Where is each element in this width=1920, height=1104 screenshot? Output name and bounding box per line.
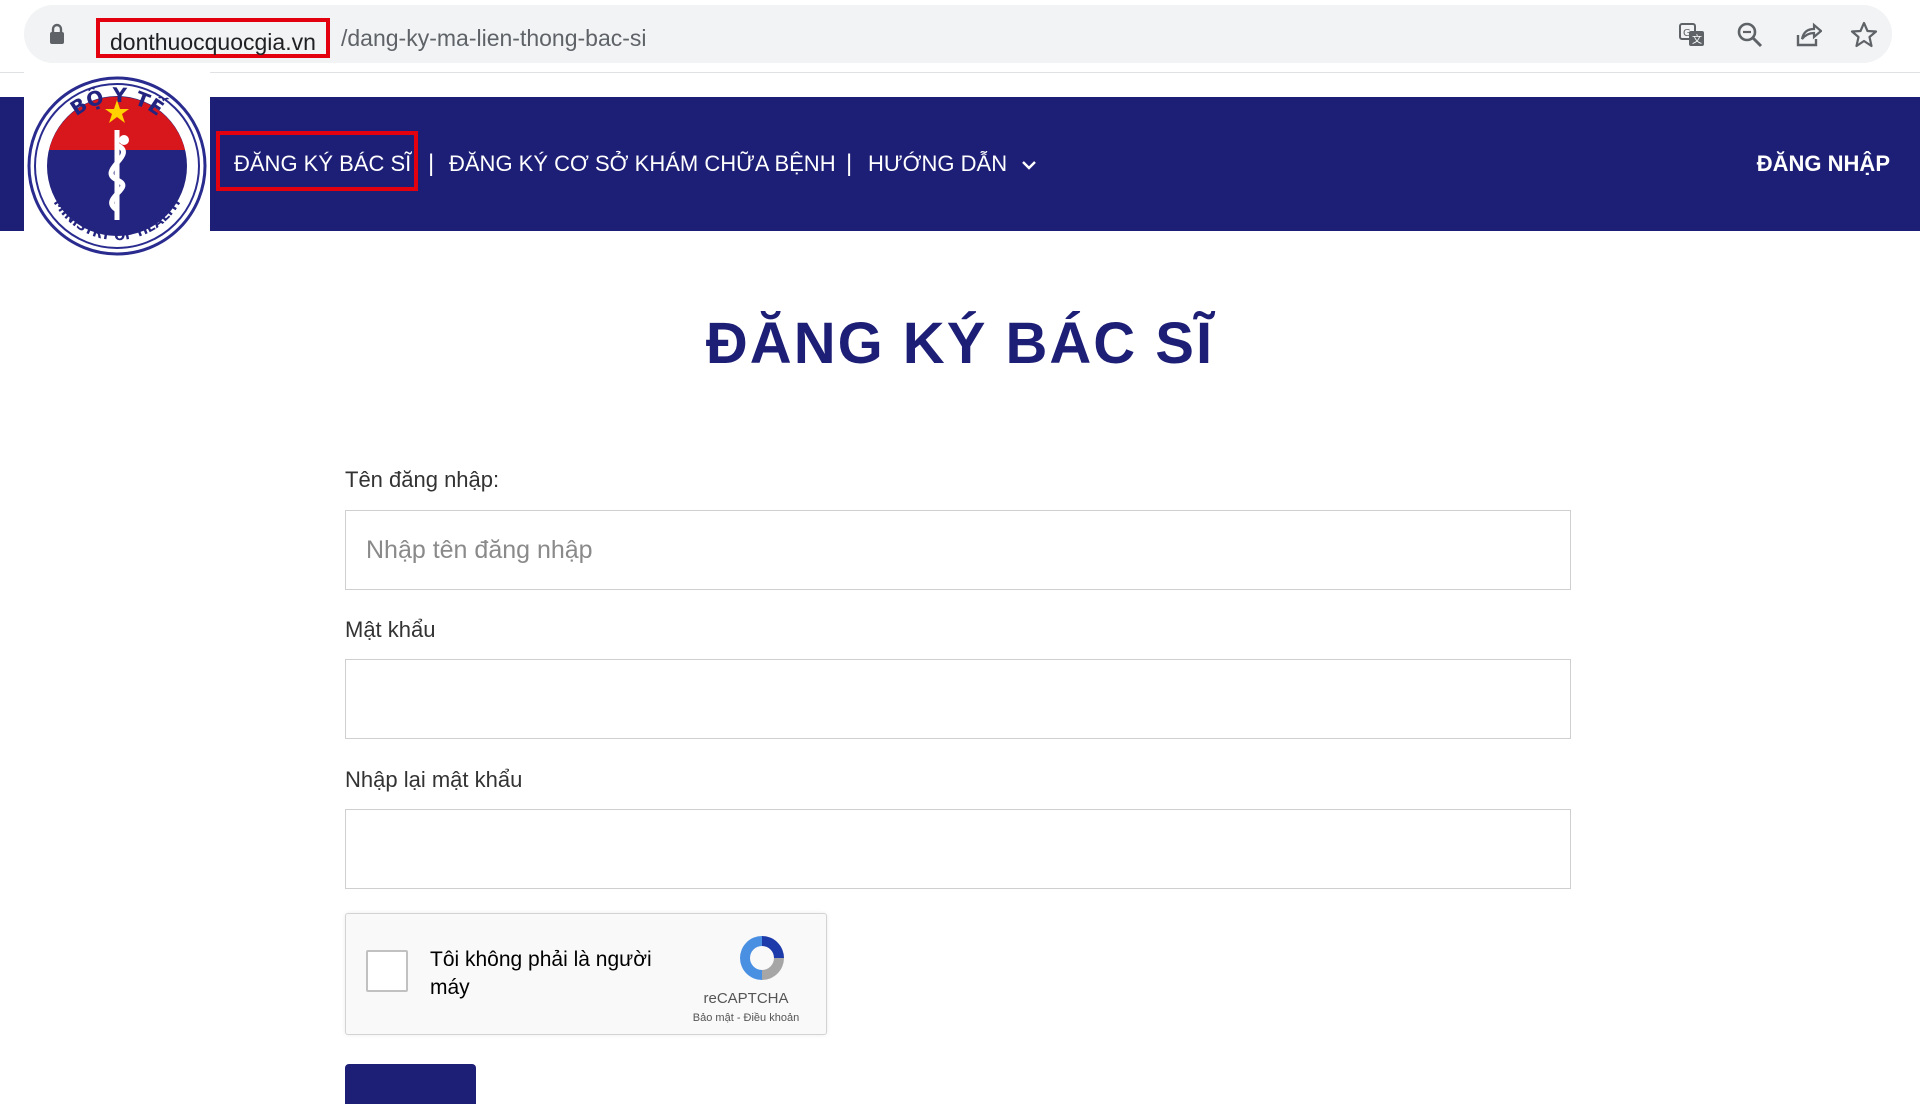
register-submit-button[interactable] bbox=[345, 1064, 476, 1104]
ministry-logo[interactable]: BỘ Y TẾ MINISTRY OF HEALTH bbox=[24, 70, 210, 256]
ministry-of-health-logo-icon: BỘ Y TẾ MINISTRY OF HEALTH bbox=[27, 76, 207, 256]
nav-highlight-box bbox=[216, 131, 418, 191]
lock-icon[interactable] bbox=[48, 23, 66, 45]
url-path[interactable]: /dang-ky-ma-lien-thong-bac-si bbox=[341, 18, 647, 58]
chevron-down-icon bbox=[1022, 161, 1037, 170]
nav-dang-ky-co-so[interactable]: ĐĂNG KÝ CƠ SỞ KHÁM CHỮA BỆNH bbox=[449, 97, 836, 231]
svg-text:G: G bbox=[1683, 28, 1691, 39]
recaptcha-brand: reCAPTCHA bbox=[703, 990, 789, 1007]
address-bar[interactable]: donthuocquocgia.vn /dang-ky-ma-lien-thon… bbox=[24, 5, 1892, 63]
page-title: ĐĂNG KÝ BÁC SĨ bbox=[705, 311, 1215, 376]
recaptcha-logo-icon bbox=[740, 936, 784, 980]
browser-toolbar: donthuocquocgia.vn /dang-ky-ma-lien-thon… bbox=[0, 0, 1920, 73]
confirm-password-label: Nhập lại mật khẩu bbox=[345, 767, 523, 792]
password-label: Mật khẩu bbox=[345, 617, 436, 642]
nav-huong-dan-label: HƯỚNG DẪN bbox=[868, 151, 1008, 176]
recaptcha-widget: Tôi không phải là người máy reCAPTCHA Bả… bbox=[345, 913, 827, 1035]
translate-icon[interactable]: G 文 bbox=[1678, 21, 1706, 49]
url-domain[interactable]: donthuocquocgia.vn bbox=[96, 18, 330, 58]
svg-text:文: 文 bbox=[1692, 33, 1702, 46]
username-input[interactable] bbox=[345, 510, 1571, 590]
zoom-icon[interactable] bbox=[1736, 21, 1764, 49]
nav-separator: | bbox=[846, 150, 853, 177]
username-label: Tên đăng nhập: bbox=[345, 467, 500, 492]
recaptcha-checkbox[interactable] bbox=[366, 950, 408, 992]
confirm-password-input[interactable] bbox=[345, 809, 1571, 889]
bookmark-star-icon[interactable] bbox=[1850, 21, 1878, 49]
recaptcha-label: Tôi không phải là người máy bbox=[430, 948, 652, 999]
nav-separator: | bbox=[428, 150, 435, 177]
login-link[interactable]: ĐĂNG NHẬP bbox=[1757, 97, 1890, 231]
password-input[interactable] bbox=[345, 659, 1571, 739]
recaptcha-terms[interactable]: Bảo mật - Điều khoản bbox=[676, 1012, 816, 1024]
nav-huong-dan[interactable]: HƯỚNG DẪN bbox=[868, 97, 1037, 231]
share-icon[interactable] bbox=[1794, 21, 1822, 49]
